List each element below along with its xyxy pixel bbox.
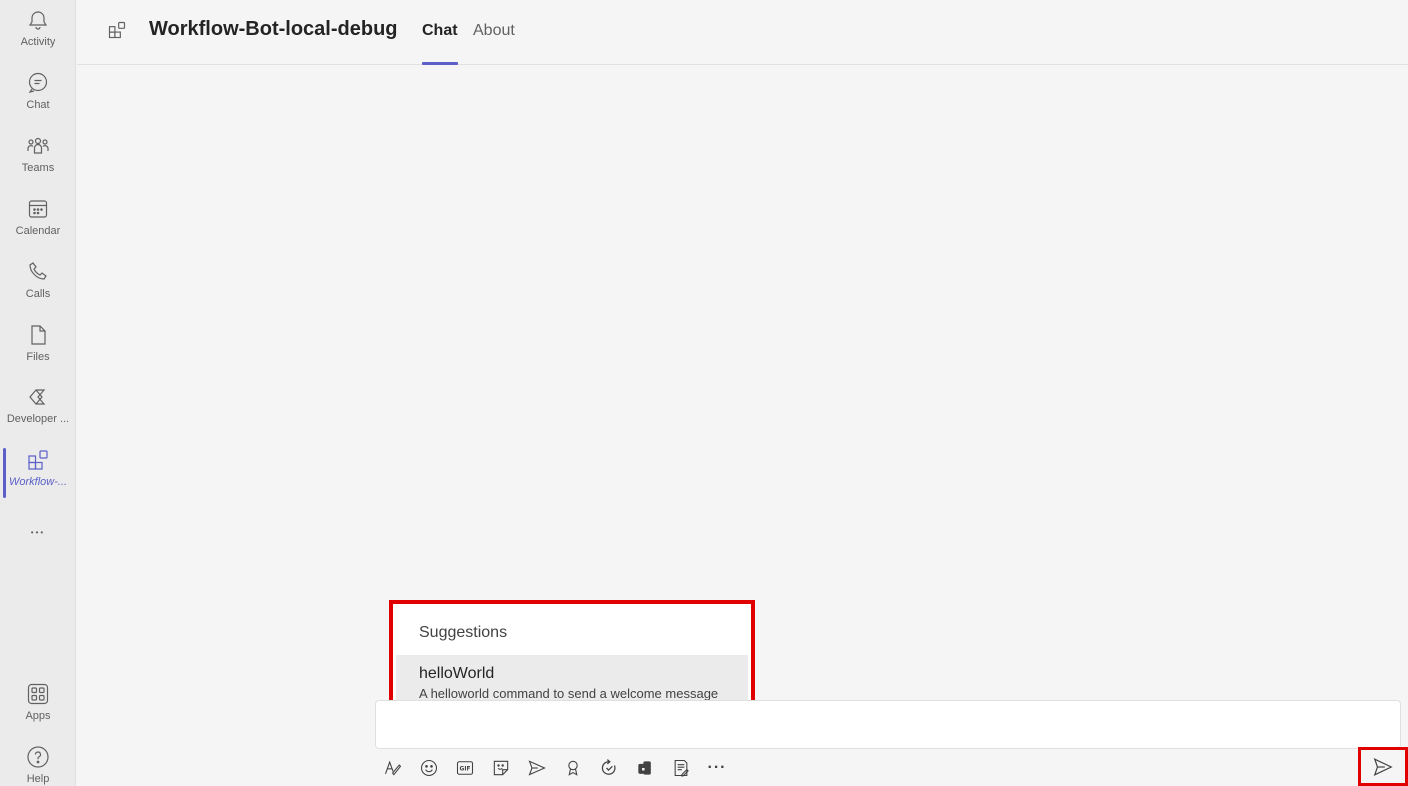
gif-icon[interactable]: GIF	[454, 756, 476, 780]
compose-box	[375, 700, 1401, 749]
rail-item-label: Activity	[20, 36, 56, 48]
message-input[interactable]	[376, 701, 1400, 748]
rail-item-developer-portal[interactable]: Developer ...	[0, 379, 76, 439]
rail-item-label: Help	[26, 773, 50, 785]
suggestions-popup: Suggestions helloWorld A helloworld comm…	[389, 600, 755, 714]
tab-about[interactable]: About	[473, 22, 515, 65]
rail-item-chat[interactable]: Chat	[0, 65, 76, 125]
send-icon	[1372, 756, 1394, 778]
rail-item-calls[interactable]: Calls	[0, 254, 76, 314]
rail-item-label: Workflow-...	[8, 476, 68, 488]
rail-item-label: Calendar	[15, 225, 61, 237]
rail-item-files[interactable]: Files	[0, 317, 76, 377]
more-options-label: ···	[707, 759, 727, 776]
emoji-icon[interactable]	[418, 756, 440, 780]
app-rail: Activity Chat Teams Calendar Calls Files…	[0, 0, 76, 786]
suggestions-heading: Suggestions	[419, 624, 508, 641]
rail-item-apps[interactable]: Apps	[0, 676, 76, 736]
loop-icon[interactable]	[598, 756, 620, 780]
more-options-icon[interactable]: ···	[706, 756, 728, 780]
teams-icon	[26, 134, 50, 158]
tab-chat[interactable]: Chat	[422, 22, 458, 65]
app-grid-icon	[107, 20, 127, 40]
rail-item-help[interactable]: Help	[0, 739, 76, 786]
send-button[interactable]	[1358, 747, 1408, 786]
more-apps-button[interactable]: •••	[26, 520, 50, 544]
app-header: Workflow-Bot-local-debug Chat About	[77, 0, 1408, 65]
rail-item-label: Calls	[25, 288, 51, 300]
app-grid-icon	[26, 448, 50, 472]
bell-icon	[26, 8, 50, 32]
chat-icon	[26, 71, 50, 95]
ellipsis-icon: •••	[30, 527, 46, 537]
apps-icon	[26, 682, 50, 706]
rail-item-label: Apps	[25, 710, 51, 722]
rail-item-label: Teams	[21, 162, 55, 174]
sticker-icon[interactable]	[490, 756, 512, 780]
suggestion-command: helloWorld	[419, 665, 495, 682]
rail-item-calendar[interactable]: Calendar	[0, 191, 76, 251]
teams-window: Activity Chat Teams Calendar Calls Files…	[0, 0, 1408, 786]
help-icon	[26, 745, 50, 769]
rail-item-workflow-bot[interactable]: Workflow-...	[0, 442, 76, 502]
phone-icon	[26, 260, 50, 284]
hand-icon[interactable]	[634, 756, 656, 780]
svg-text:GIF: GIF	[460, 767, 471, 773]
notes-icon[interactable]	[670, 756, 692, 780]
rail-item-teams[interactable]: Teams	[0, 128, 76, 188]
praise-icon[interactable]	[562, 756, 584, 780]
meet-now-icon[interactable]	[526, 756, 548, 780]
format-icon[interactable]	[382, 756, 404, 780]
rail-item-label: Files	[26, 351, 50, 363]
file-icon	[26, 323, 50, 347]
calendar-icon	[26, 197, 50, 221]
rail-item-activity[interactable]: Activity	[0, 2, 76, 62]
suggestion-description: A helloworld command to send a welcome m…	[419, 686, 719, 701]
rail-item-label: Chat	[26, 99, 50, 111]
developer-portal-icon	[26, 385, 50, 409]
page-title: Workflow-Bot-local-debug	[149, 18, 398, 40]
rail-item-label: Developer ...	[6, 413, 70, 425]
